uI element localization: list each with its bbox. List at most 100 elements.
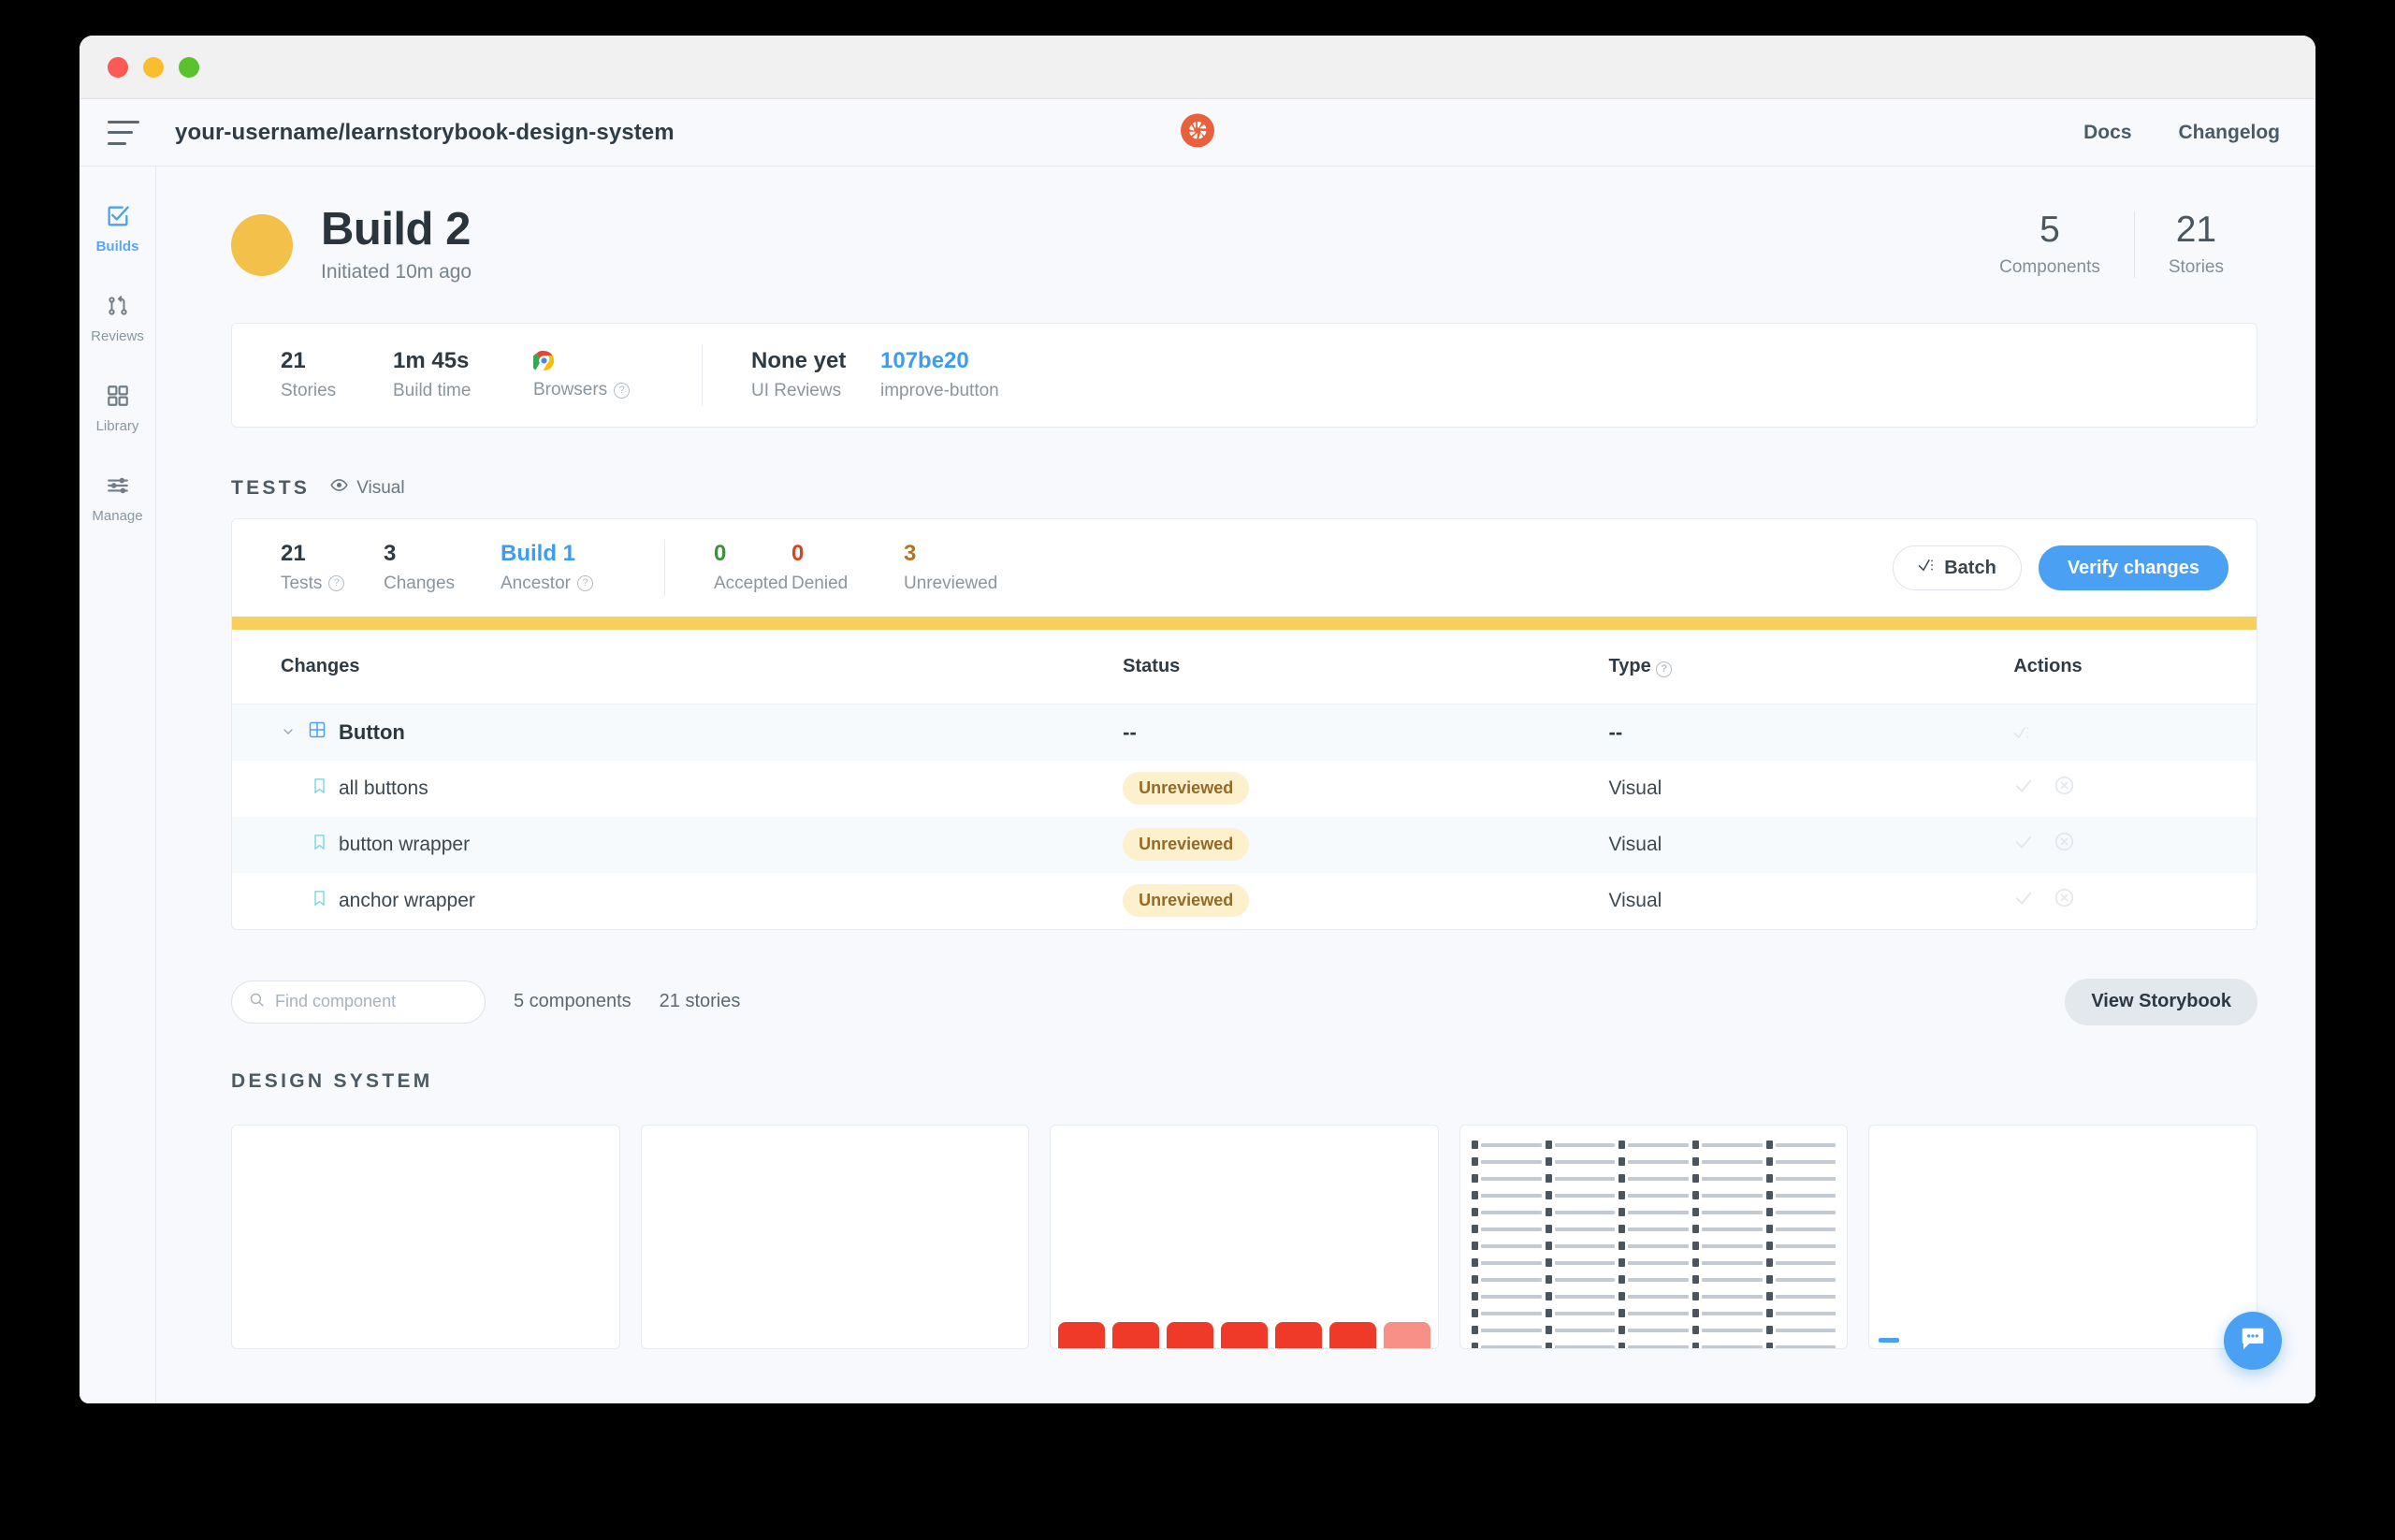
build-avatar [231,213,293,276]
sidebar-item-reviews[interactable]: Reviews [80,292,155,344]
sidebar-item-builds[interactable]: Builds [80,202,155,254]
icon-preview-grid [1460,1126,1848,1348]
group-type-cell: -- [1608,720,1623,745]
window-minimize-button[interactable] [143,56,164,78]
changes-table: Changes Status Type ? Actions Button -- … [232,630,2257,929]
hero-stat-stories: 21 Stories [2133,211,2257,279]
component-thumbnail[interactable] [1868,1124,2257,1349]
summary-reviews-label: UI Reviews [751,380,842,400]
tests-stat-changes: 3 Changes [384,542,501,594]
check-icon[interactable] [2013,832,2034,858]
tests-help-icon[interactable]: ? [328,575,345,592]
sidebar-label-manage: Manage [92,508,143,524]
story-type-cell: Visual [1608,833,1662,855]
tests-stat-unreviewed: 3 Unreviewed [904,540,1053,594]
status-strip [232,617,2257,631]
sidebar-label-library: Library [95,418,139,434]
summary-stat-commit[interactable]: 107be20 improve-button [880,349,999,401]
bookmark-icon [312,890,327,912]
component-thumbnails [156,1093,2315,1349]
view-storybook-button[interactable]: View Storybook [2065,978,2257,1025]
tests-stat-denied: 0 Denied [791,542,904,594]
window-maximize-button[interactable] [179,56,199,78]
sidebar-label-builds: Builds [95,239,139,254]
chrome-icon [533,350,702,371]
x-circle-icon[interactable] [2054,832,2074,857]
ancestor-label-text: Ancestor [501,573,571,593]
story-name-cell: all buttons [232,761,1123,817]
batch-button[interactable]: Batch [1893,545,2022,591]
component-thumbnail[interactable] [640,1124,1030,1349]
group-batch-icon[interactable] [2013,724,2257,741]
table-row[interactable]: anchor wrapper Unreviewed Visual [232,873,2257,929]
components-label: Components [1999,257,2100,278]
col-header-status: Status [1123,630,1609,705]
ancestor-label: Ancestor ? [501,574,664,594]
story-actions-cell [2013,761,2257,817]
story-status-cell: Unreviewed [1123,873,1608,929]
story-status-cell: Unreviewed [1123,761,1608,817]
type-help-icon[interactable]: ? [1656,661,1673,678]
header-links: Docs Changelog [2083,122,2280,144]
col-header-actions: Actions [2013,630,2257,705]
verify-button-label: Verify changes [2067,557,2199,578]
component-thumbnail[interactable] [1459,1124,1849,1349]
group-status-cell: -- [1123,720,1137,745]
unreviewed-count: 3 [904,540,917,566]
search-input[interactable] [275,992,468,1012]
sidebar-item-manage[interactable]: Manage [80,472,155,524]
chevron-down-icon[interactable] [281,720,296,745]
chat-widget-button[interactable] [2224,1312,2282,1370]
denied-label: Denied [791,573,849,593]
unreviewed-label: Unreviewed [904,573,998,593]
summary-browsers-label: Browsers ? [533,380,702,400]
story-label: all buttons [339,777,428,799]
search-input-wrapper[interactable] [231,980,486,1024]
summary-reviews-value: None yet [751,347,847,373]
search-icon [249,992,265,1012]
window-close-button[interactable] [108,56,128,78]
hamburger-icon[interactable] [108,120,139,145]
story-status-cell: Unreviewed [1123,817,1608,873]
design-system-heading: DESIGN SYSTEM [231,1069,433,1092]
verify-changes-button[interactable]: Verify changes [2038,545,2228,591]
table-row[interactable]: button wrapper Unreviewed Visual [232,816,2257,873]
tests-card: 21 Tests ? 3 Changes Build 1 Ancestor ? … [231,518,2257,930]
ancestor-help-icon[interactable]: ? [576,575,593,592]
tests-count: 21 [281,540,306,566]
browsers-help-icon[interactable]: ? [614,382,631,399]
summary-stat-buildtime: 1m 45s Build time [393,349,533,401]
x-circle-icon[interactable] [2054,888,2074,913]
tests-count-label: Tests ? [281,574,384,594]
docs-link[interactable]: Docs [2083,122,2131,144]
status-badge: Unreviewed [1123,772,1250,806]
stories-count-text: 21 stories [659,991,741,1012]
visual-filter-tag[interactable]: Visual [330,476,405,500]
changelog-link[interactable]: Changelog [2179,122,2281,144]
check-icon[interactable] [2013,776,2034,802]
check-icon[interactable] [2013,888,2034,914]
component-thumbnail[interactable] [231,1124,620,1349]
commit-hash-link[interactable]: 107be20 [880,349,999,372]
sidebar-item-library[interactable]: Library [80,382,155,434]
ancestor-build-link[interactable]: Build 1 [501,542,664,565]
tests-stat-ancestor[interactable]: Build 1 Ancestor ? [501,542,664,594]
changes-label: Changes [384,573,456,593]
tests-label-text: Tests [281,573,323,593]
story-actions-cell [2013,817,2257,873]
x-circle-icon[interactable] [2054,776,2074,801]
components-count-text: 5 components [514,991,631,1012]
table-row[interactable]: Button -- -- [232,704,2257,761]
story-label: button wrapper [339,833,471,855]
story-name-cell: anchor wrapper [232,873,1123,929]
link-preview [1879,1337,1900,1343]
table-row[interactable]: all buttons Unreviewed Visual [232,761,2257,817]
component-thumbnail[interactable] [1050,1124,1439,1349]
tests-summary-bar: 21 Tests ? 3 Changes Build 1 Ancestor ? … [232,519,2257,617]
bookmark-icon [312,777,327,800]
col-header-changes: Changes [232,630,1124,705]
checkbox-check-icon [104,202,132,230]
sliders-icon [104,472,132,500]
page-title: Build 2 [321,204,471,254]
component-grid-icon [308,720,327,745]
